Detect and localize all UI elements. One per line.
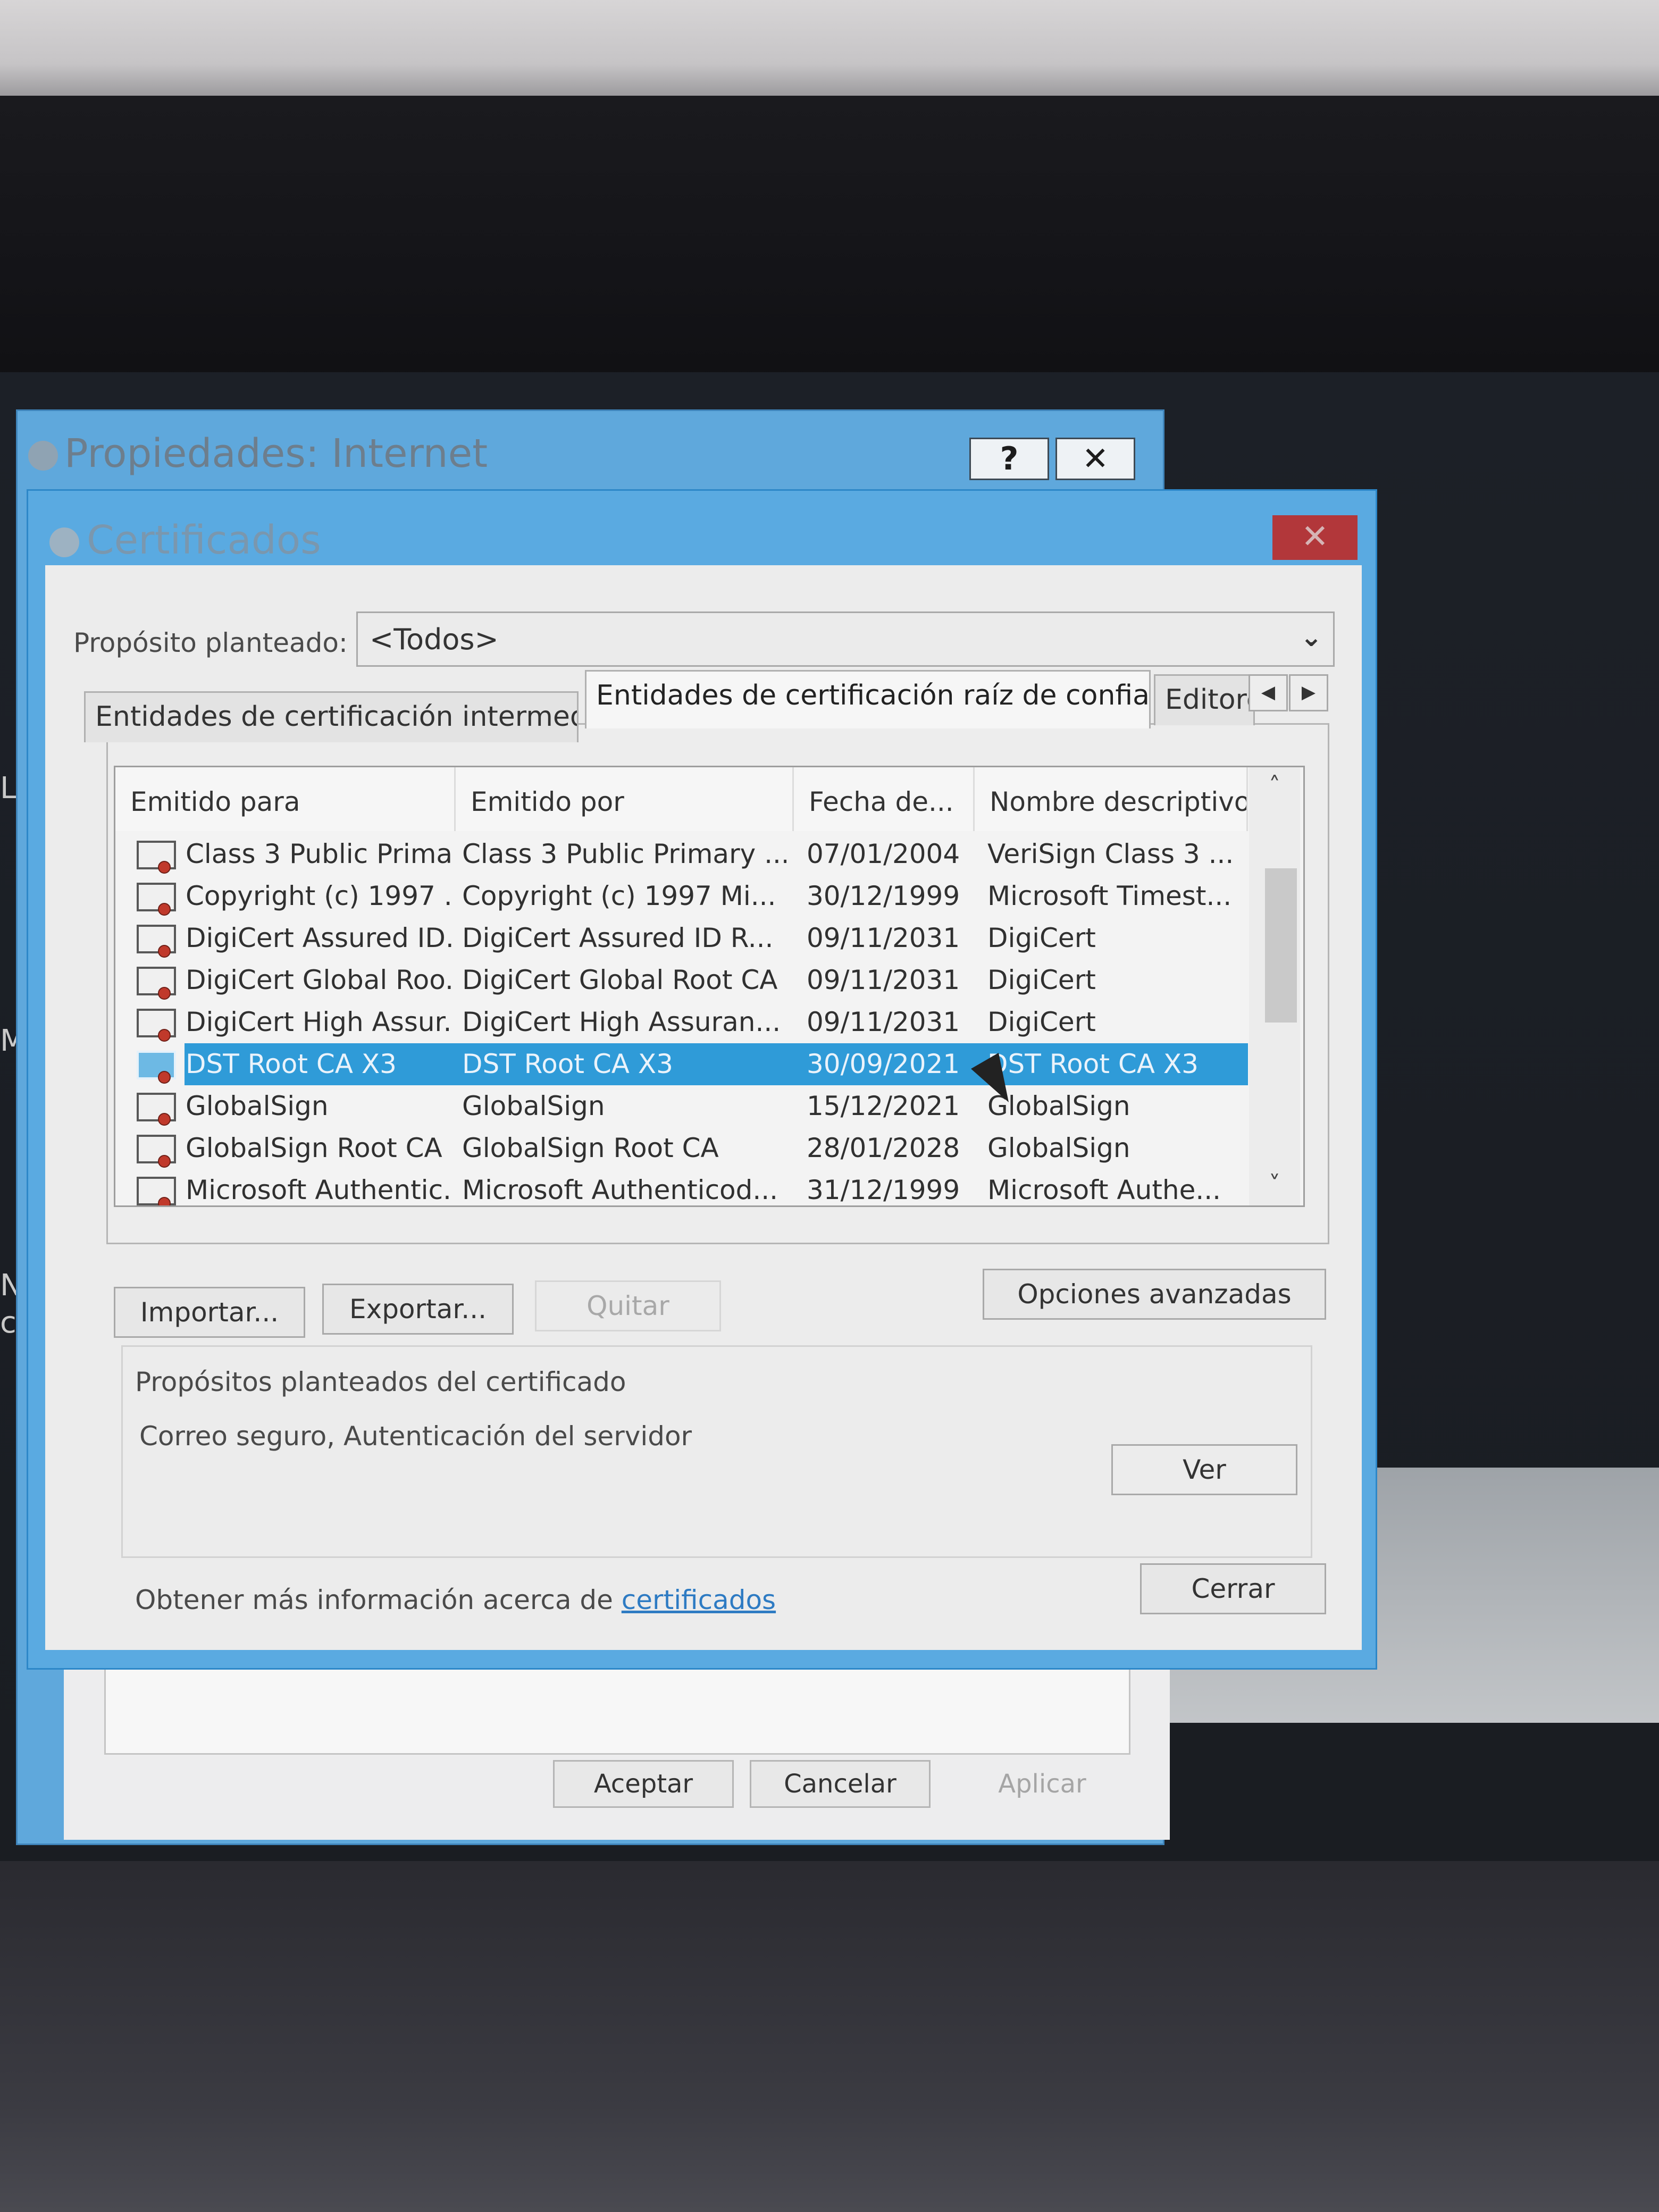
certificates-link[interactable]: certificados — [622, 1585, 776, 1615]
cell-issued-by: Copyright (c) 1997 Mi... — [462, 881, 776, 911]
cell-issued-to: DigiCert Global Roo... — [186, 965, 451, 995]
certificate-icon — [137, 1177, 176, 1205]
cell-issued-to: Class 3 Public Prima... — [186, 839, 451, 869]
advanced-options-button[interactable]: Opciones avanzadas — [983, 1269, 1326, 1320]
certificates-title: Certificados — [49, 517, 321, 563]
import-button[interactable]: Importar... — [114, 1287, 305, 1338]
cell-issued-by: GlobalSign — [462, 1091, 605, 1121]
cell-friendly-name: DigiCert — [987, 923, 1096, 953]
certificate-list[interactable]: Emitido para Emitido por Fecha de... Nom… — [114, 766, 1305, 1207]
list-rows: Class 3 Public Prima... Class 3 Public Pr… — [115, 833, 1248, 1205]
table-row[interactable]: DigiCert Global Roo... DigiCert Global Ro… — [115, 959, 1248, 1001]
tab-scroll-left-icon[interactable]: ◀ — [1249, 674, 1288, 711]
photo-background-top — [0, 0, 1659, 106]
cell-date: 15/12/2021 — [807, 1091, 960, 1121]
more-info-text: Obtener más información acerca de certif… — [135, 1585, 776, 1615]
side-text: L — [0, 771, 17, 806]
cell-date: 28/01/2028 — [807, 1133, 960, 1163]
cell-issued-by: DST Root CA X3 — [462, 1049, 673, 1079]
cell-issued-by: DigiCert Global Root CA — [462, 965, 778, 995]
column-issued-to[interactable]: Emitido para — [115, 767, 456, 831]
certificate-title-icon — [49, 527, 79, 558]
certificate-icon — [137, 1009, 176, 1042]
cell-issued-to: GlobalSign — [186, 1091, 329, 1121]
certificate-icon — [137, 1093, 176, 1126]
table-row[interactable]: Class 3 Public Prima... Class 3 Public Pr… — [115, 833, 1248, 875]
certificate-icon — [137, 1051, 176, 1084]
list-scrollbar[interactable]: ˄ ˅ — [1249, 767, 1300, 1205]
internet-properties-title: Propiedades: Internet — [28, 411, 488, 496]
cell-issued-to: GlobalSign Root CA — [186, 1133, 442, 1163]
table-row[interactable]: Microsoft Authentic... Microsoft Authenti… — [115, 1169, 1248, 1205]
purposes-title: Propósitos planteados del certificado — [135, 1367, 626, 1397]
cell-issued-to: Copyright (c) 1997 ... — [186, 881, 451, 911]
cell-friendly-name: VeriSign Class 3 ... — [987, 839, 1234, 869]
tab-publishers[interactable]: Editores — [1154, 674, 1255, 725]
cell-date: 30/09/2021 — [807, 1049, 960, 1079]
apply-button[interactable]: Aplicar — [952, 1760, 1133, 1808]
cell-date: 09/11/2031 — [807, 965, 960, 995]
certificate-icon — [137, 967, 176, 1000]
cell-issued-by: Microsoft Authenticod... — [462, 1175, 778, 1205]
cancel-button[interactable]: Cancelar — [750, 1760, 931, 1808]
cell-friendly-name: GlobalSign — [987, 1091, 1130, 1121]
tab-scroll-right-icon[interactable]: ▶ — [1289, 674, 1328, 711]
purposes-value: Correo seguro, Autenticación del servido… — [139, 1421, 692, 1452]
tab-intermediate-ca[interactable]: Entidades de certificación intermedias — [84, 691, 579, 742]
view-button[interactable]: Ver — [1111, 1444, 1297, 1495]
cell-friendly-name: DigiCert — [987, 965, 1096, 995]
cell-date: 31/12/1999 — [807, 1175, 960, 1205]
cell-issued-to: DST Root CA X3 — [186, 1049, 397, 1079]
chevron-down-icon: ⌄ — [1300, 622, 1322, 652]
ok-button[interactable]: Aceptar — [553, 1760, 734, 1808]
help-button[interactable]: ? — [969, 438, 1049, 480]
cell-date: 07/01/2004 — [807, 839, 960, 869]
certificate-icon — [137, 925, 176, 958]
close-button[interactable]: ✕ — [1055, 438, 1135, 480]
cell-issued-to: Microsoft Authentic... — [186, 1175, 451, 1205]
dialog-close-button[interactable]: ✕ — [1272, 515, 1358, 560]
cell-issued-by: Class 3 Public Primary ... — [462, 839, 786, 869]
purpose-select-value: <Todos> — [370, 623, 499, 656]
cell-issued-by: DigiCert High Assuran... — [462, 1007, 781, 1037]
close-dialog-button[interactable]: Cerrar — [1140, 1563, 1326, 1614]
table-row[interactable]: DST Root CA X3 DST Root CA X3 30/09/2021 DS… — [115, 1043, 1248, 1085]
cell-issued-to: DigiCert Assured ID... — [186, 923, 451, 953]
cell-issued-to: DigiCert High Assur... — [186, 1007, 451, 1037]
remove-button[interactable]: Quitar — [535, 1280, 721, 1331]
cell-friendly-name: DST Root CA X3 — [987, 1049, 1199, 1079]
certificate-icon — [137, 883, 176, 916]
cell-friendly-name: DigiCert — [987, 1007, 1096, 1037]
purpose-label: Propósito planteado: — [73, 627, 348, 658]
cell-issued-by: DigiCert Assured ID R... — [462, 923, 774, 953]
column-friendly-name[interactable]: Nombre descriptivo — [975, 767, 1248, 831]
certificate-icon — [137, 1135, 176, 1168]
table-row[interactable]: GlobalSign Root CA GlobalSign Root CA 28/0… — [115, 1127, 1248, 1169]
table-row[interactable]: GlobalSign GlobalSign 15/12/2021 GlobalSign — [115, 1085, 1248, 1127]
scrollbar-thumb[interactable] — [1265, 868, 1297, 1023]
tab-trusted-root-ca[interactable]: Entidades de certificación raíz de confi… — [585, 670, 1151, 728]
cell-friendly-name: Microsoft Timest... — [987, 881, 1232, 911]
purpose-select[interactable]: <Todos> ⌄ — [356, 611, 1335, 667]
export-button[interactable]: Exportar... — [322, 1284, 514, 1335]
table-row[interactable]: DigiCert Assured ID... DigiCert Assured I… — [115, 917, 1248, 959]
column-expiration-date[interactable]: Fecha de... — [794, 767, 975, 831]
table-row[interactable]: Copyright (c) 1997 ... Copyright (c) 1997… — [115, 875, 1248, 917]
chevron-down-icon[interactable]: ˅ — [1249, 1166, 1300, 1203]
list-header: Emitido para Emitido por Fecha de... Nom… — [115, 767, 1248, 831]
column-issued-by[interactable]: Emitido por — [456, 767, 794, 831]
cell-friendly-name: GlobalSign — [987, 1133, 1130, 1163]
cell-issued-by: GlobalSign Root CA — [462, 1133, 719, 1163]
cell-date: 30/12/1999 — [807, 881, 960, 911]
cell-date: 09/11/2031 — [807, 1007, 960, 1037]
cell-date: 09/11/2031 — [807, 923, 960, 953]
internet-options-icon — [28, 441, 58, 471]
cell-friendly-name: Microsoft Authe... — [987, 1175, 1221, 1205]
table-row[interactable]: DigiCert High Assur... DigiCert High Assu… — [115, 1001, 1248, 1043]
photo-background-bottom — [0, 1861, 1659, 2212]
chevron-up-icon[interactable]: ˄ — [1249, 767, 1300, 805]
certificate-icon — [137, 841, 176, 874]
monitor-bezel — [0, 96, 1659, 393]
